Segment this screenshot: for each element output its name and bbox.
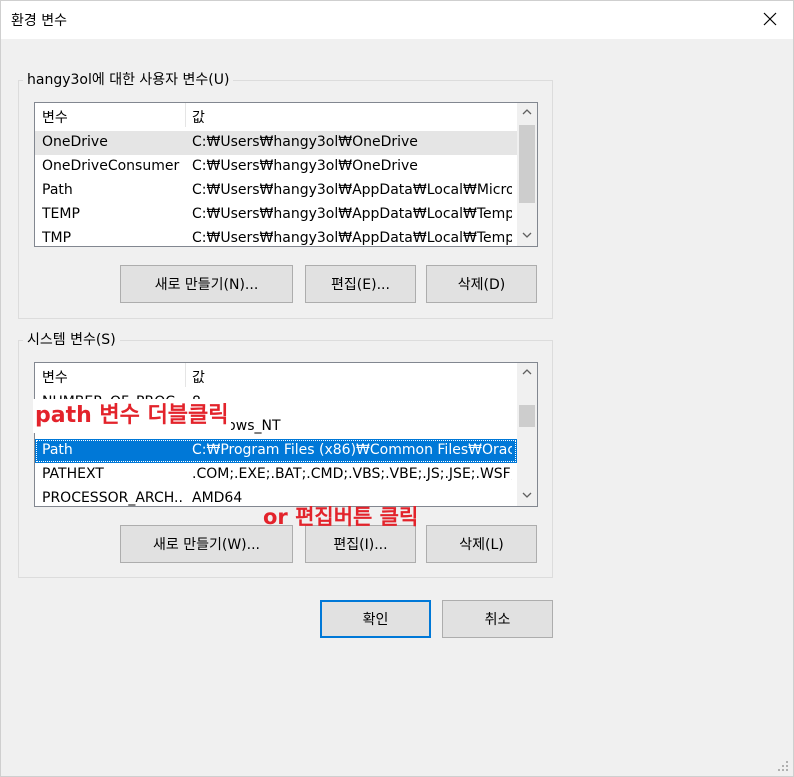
row-name: TMP — [42, 230, 72, 246]
window-title: 환경 변수 — [11, 13, 67, 29]
close-icon — [763, 12, 777, 26]
list-row[interactable]: TEMP C:₩Users₩hangy3ol₩AppData₩Local₩Tem… — [35, 203, 517, 227]
chevron-up-icon — [522, 369, 532, 375]
list-row[interactable]: OneDriveConsumer C:₩Users₩hangy3ol₩OneDr… — [35, 155, 517, 179]
row-value: C:₩Users₩hangy3ol₩OneDrive — [192, 158, 418, 174]
annotation-edit-click: or 편집버튼 클릭 — [263, 505, 419, 529]
system-variables-list[interactable]: 변수 값 NUMBER_OF_PROC 8 OS Windows_NT Path… — [34, 362, 538, 507]
close-button[interactable] — [747, 1, 793, 37]
row-value: C:₩Users₩hangy3ol₩AppData₩Local₩Temp — [192, 230, 512, 246]
column-header-name[interactable]: 변수 — [42, 107, 68, 127]
chevron-up-icon — [522, 109, 532, 115]
user-variables-label: hangy3ol에 대한 사용자 변수(U) — [23, 71, 234, 89]
ok-button[interactable]: 확인 — [320, 600, 431, 638]
row-value: C:₩Program Files (x86)₩Common Files₩Orac… — [192, 442, 512, 458]
row-value: C:₩Users₩hangy3ol₩AppData₩Local₩Micros..… — [192, 182, 512, 198]
vertical-scrollbar[interactable] — [517, 103, 537, 246]
vertical-scrollbar[interactable] — [517, 363, 537, 506]
list-row[interactable]: OneDrive C:₩Users₩hangy3ol₩OneDrive — [35, 131, 517, 155]
system-delete-button[interactable]: 삭제(L) — [426, 525, 537, 563]
user-edit-button[interactable]: 편집(E)... — [305, 265, 416, 303]
user-new-button[interactable]: 새로 만들기(N)... — [120, 265, 293, 303]
scroll-up-button[interactable] — [517, 103, 537, 121]
user-variables-list[interactable]: 변수 값 OneDrive C:₩Users₩hangy3ol₩OneDrive… — [34, 102, 538, 247]
row-value: Windows_NT — [192, 418, 281, 434]
scroll-thumb[interactable] — [519, 405, 535, 427]
scroll-down-button[interactable] — [517, 486, 537, 504]
list-header: 변수 값 — [35, 103, 537, 129]
system-variables-label: 시스템 변수(S) — [23, 331, 120, 349]
title-bar[interactable]: 환경 변수 — [1, 1, 793, 39]
user-delete-button[interactable]: 삭제(D) — [426, 265, 537, 303]
scroll-up-button[interactable] — [517, 363, 537, 381]
row-value: .COM;.EXE;.BAT;.CMD;.VBS;.VBE;.JS;.JSE;.… — [192, 466, 512, 482]
column-header-name[interactable]: 변수 — [42, 367, 68, 387]
list-header: 변수 값 — [35, 363, 537, 389]
list-row[interactable]: TMP C:₩Users₩hangy3ol₩AppData₩Local₩Temp — [35, 227, 517, 246]
chevron-down-icon — [522, 492, 532, 498]
row-name: Path — [42, 182, 73, 198]
resize-grip-icon[interactable] — [777, 760, 789, 772]
row-name: PROCESSOR_ARCH... — [42, 490, 184, 506]
column-header-value[interactable]: 값 — [192, 367, 205, 387]
annotation-double-click: path 변수 더블클릭 — [33, 399, 231, 433]
list-row-selected[interactable]: Path C:₩Program Files (x86)₩Common Files… — [35, 439, 517, 463]
column-header-value[interactable]: 값 — [192, 107, 205, 127]
row-value: 8 — [192, 394, 512, 405]
row-name: OneDrive — [42, 134, 108, 150]
environment-variables-dialog: 환경 변수 hangy3ol에 대한 사용자 변수(U) 변수 값 OneDri… — [0, 0, 794, 777]
row-name: TEMP — [42, 206, 80, 222]
list-row[interactable]: PATHEXT .COM;.EXE;.BAT;.CMD;.VBS;.VBE;.J… — [35, 463, 517, 487]
row-name: PATHEXT — [42, 466, 104, 482]
row-value: C:₩Users₩hangy3ol₩AppData₩Local₩Temp — [192, 206, 512, 222]
scroll-thumb[interactable] — [519, 125, 535, 203]
list-row[interactable]: Path C:₩Users₩hangy3ol₩AppData₩Local₩Mic… — [35, 179, 517, 203]
scroll-down-button[interactable] — [517, 226, 537, 244]
row-name: Path — [42, 442, 73, 458]
cancel-button[interactable]: 취소 — [442, 600, 553, 638]
row-name: OneDriveConsumer — [42, 158, 180, 174]
chevron-down-icon — [522, 232, 532, 238]
row-value: C:₩Users₩hangy3ol₩OneDrive — [192, 134, 418, 150]
